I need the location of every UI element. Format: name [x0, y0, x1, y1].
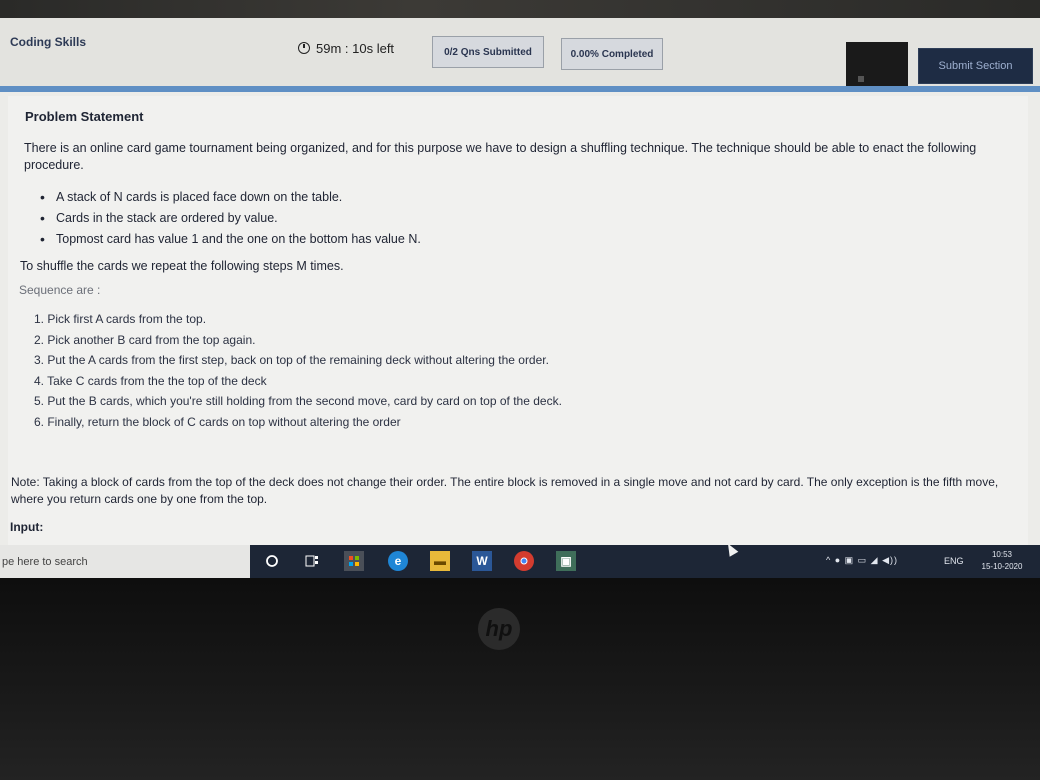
hp-logo: hp — [478, 608, 520, 650]
timer-text: 59m : 10s left — [316, 41, 395, 56]
list-item: 2. Pick another B card from the top agai… — [34, 332, 256, 347]
list-item: 4. Take C cards from the the top of the … — [34, 373, 267, 388]
completed-badge: 0.00% Completed — [561, 38, 663, 70]
problem-intro: There is an online card game tournament … — [24, 141, 977, 172]
list-item: Cards in the stack are ordered by value. — [40, 210, 421, 232]
edge-icon[interactable]: e — [388, 551, 408, 571]
questions-submitted-badge: 0/2 Qns Submitted — [432, 36, 544, 68]
list-item: A stack of N cards is placed face down o… — [40, 189, 421, 211]
word-icon[interactable]: W — [472, 551, 492, 571]
list-item: 1. Pick first A cards from the top. — [34, 312, 207, 326]
laptop-body — [0, 578, 1040, 780]
note-text: Note: Taking a block of cards from the t… — [11, 475, 999, 506]
timer: 59m : 10s left — [298, 41, 394, 56]
taskbar-search-input[interactable]: pe here to search — [0, 545, 250, 578]
clock-icon — [298, 42, 310, 54]
submit-section-button[interactable]: Submit Section — [918, 48, 1033, 84]
bullet-list: A stack of N cards is placed face down o… — [40, 189, 421, 253]
monitor-top-bezel — [0, 0, 1040, 20]
sequence-label: Sequence are : — [19, 283, 101, 297]
clock-time: 10:53 — [991, 550, 1013, 559]
clock-date: 15-10-2020 — [981, 562, 1023, 571]
system-tray-icons[interactable]: ^ ● ▣ ▭ ◢ ◀)) — [826, 555, 898, 566]
input-label: Input: — [10, 520, 44, 534]
app-icon[interactable]: ▣ — [556, 551, 576, 571]
problem-heading: Problem Statement — [25, 109, 144, 124]
chrome-icon[interactable] — [514, 551, 534, 571]
header-accent-line — [0, 86, 1040, 92]
store-icon[interactable] — [344, 551, 364, 571]
steps-list: 1. Pick first A cards from the top. 2. P… — [34, 312, 562, 435]
app-title: Coding Skills — [10, 35, 87, 49]
taskbar-clock[interactable]: 10:53 15-10-2020 — [974, 549, 1030, 573]
list-item: Topmost card has value 1 and the one on … — [40, 231, 421, 253]
webcam-preview — [846, 42, 908, 86]
repeat-text: To shuffle the cards we repeat the follo… — [20, 259, 344, 273]
language-indicator[interactable]: ENG — [944, 556, 964, 566]
list-item: 3. Put the A cards from the first step, … — [34, 353, 549, 367]
list-item: 5. Put the B cards, which you're still h… — [34, 394, 562, 408]
taskbar: pe here to search e ▬ W ▣ ^ ● ▣ ▭ ◢ ◀)) … — [0, 545, 1040, 578]
task-view-icon[interactable] — [302, 551, 322, 571]
file-explorer-icon[interactable]: ▬ — [430, 551, 450, 571]
cortana-icon[interactable] — [262, 551, 282, 571]
header-bar: Coding Skills 59m : 10s left 0/2 Qns Sub… — [0, 18, 1040, 86]
list-item: 6. Finally, return the block of C cards … — [34, 414, 401, 429]
